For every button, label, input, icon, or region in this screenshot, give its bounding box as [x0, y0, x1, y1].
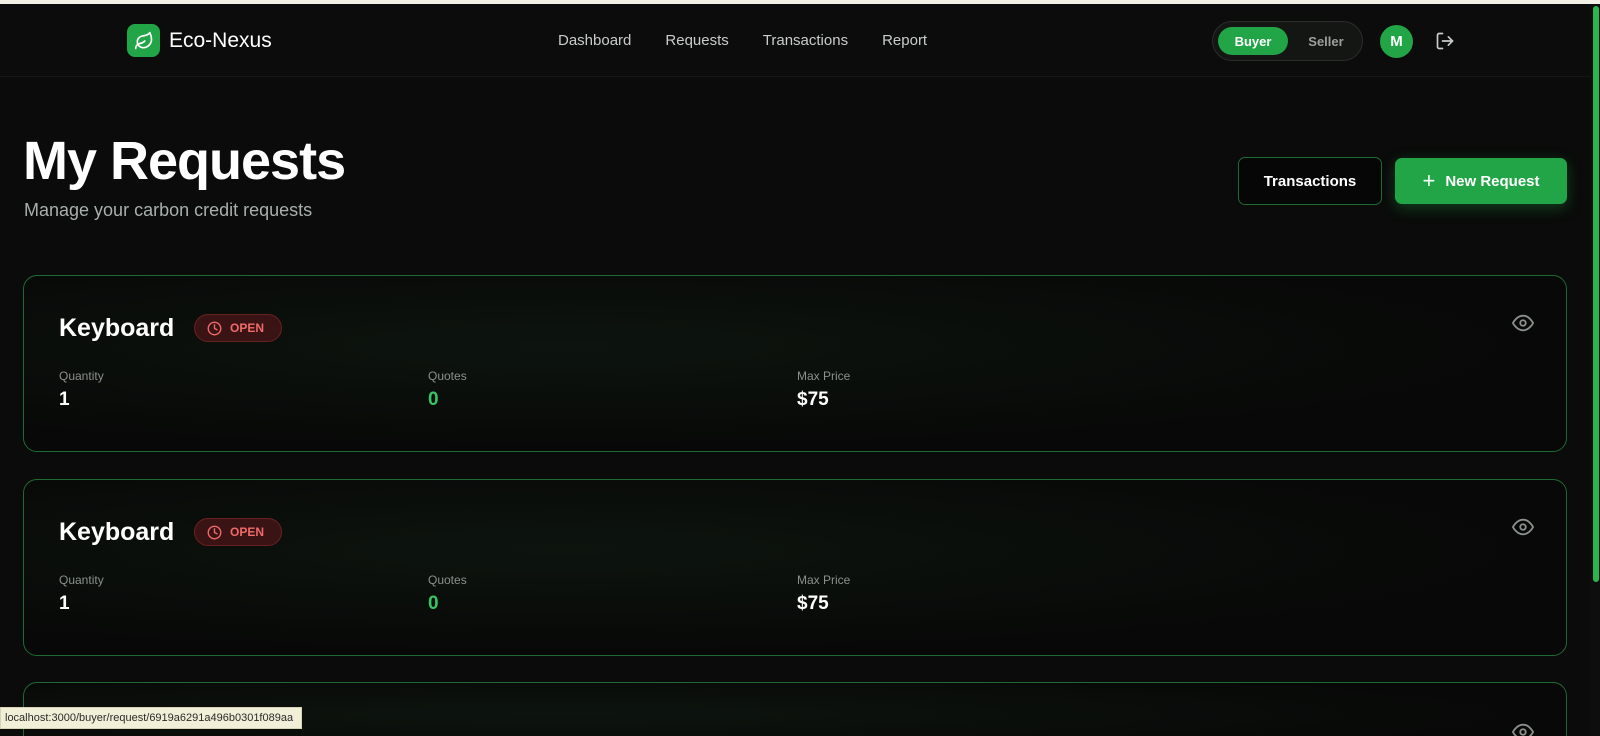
- request-card[interactable]: Keyboard OPEN Quantity 1 Quotes 0 Max Pr…: [23, 275, 1567, 452]
- status-text: OPEN: [230, 321, 265, 335]
- stat-value: $75: [797, 389, 829, 410]
- stat-label: Quotes: [428, 369, 467, 383]
- stat-max-price: Max Price $75: [797, 573, 850, 615]
- request-card[interactable]: Keyboard OPEN Quantity 1 Quotes 0 Max Pr…: [23, 479, 1567, 656]
- transactions-button-label: Transactions: [1263, 172, 1357, 190]
- eye-icon[interactable]: [1512, 516, 1534, 543]
- status-badge: OPEN: [194, 518, 282, 546]
- request-title: Keyboard: [59, 518, 175, 546]
- stat-label: Quotes: [428, 573, 467, 587]
- stat-value: 0: [428, 389, 439, 410]
- stat-label: Max Price: [797, 573, 851, 587]
- stat-label: Quantity: [59, 573, 104, 587]
- role-buyer-button[interactable]: Buyer: [1218, 27, 1288, 55]
- new-request-button[interactable]: + New Request: [1395, 158, 1567, 204]
- status-bar-url: localhost:3000/buyer/request/6919a6291a4…: [0, 707, 303, 729]
- new-request-button-label: New Request: [1445, 172, 1540, 190]
- stat-quantity: Quantity 1: [59, 573, 104, 615]
- stat-value: 1: [59, 389, 70, 410]
- transactions-button[interactable]: Transactions: [1238, 157, 1382, 205]
- stat-label: Quantity: [59, 369, 104, 383]
- stat-label: Max Price: [797, 369, 851, 383]
- stat-value: 0: [428, 593, 439, 614]
- logout-icon[interactable]: [1435, 31, 1455, 51]
- plus-icon: +: [1422, 168, 1436, 193]
- request-title: Keyboard: [59, 314, 175, 342]
- leaf-icon: [127, 24, 160, 57]
- top-navbar: Eco-Nexus Dashboard Requests Transaction…: [0, 4, 1590, 77]
- stat-value: $75: [797, 593, 829, 614]
- avatar[interactable]: M: [1380, 25, 1413, 58]
- nav-requests[interactable]: Requests: [665, 32, 728, 49]
- stat-quotes: Quotes 0: [428, 573, 467, 615]
- page-title: My Requests: [23, 131, 346, 191]
- nav-dashboard[interactable]: Dashboard: [558, 32, 631, 49]
- clock-icon: [207, 525, 222, 539]
- main-nav: Dashboard Requests Transactions Report: [558, 32, 961, 49]
- nav-transactions[interactable]: Transactions: [763, 32, 848, 49]
- scrollbar-thumb[interactable]: [1593, 6, 1599, 582]
- brand-name: Eco-Nexus: [169, 28, 272, 52]
- brand[interactable]: Eco-Nexus: [127, 24, 272, 57]
- stat-max-price: Max Price $75: [797, 369, 850, 411]
- eye-icon[interactable]: [1512, 721, 1534, 736]
- stat-value: 1: [59, 593, 70, 614]
- nav-report[interactable]: Report: [882, 32, 927, 49]
- page-subtitle: Manage your carbon credit requests: [24, 200, 313, 220]
- role-seller-button[interactable]: Seller: [1293, 27, 1359, 55]
- status-text: OPEN: [230, 525, 265, 539]
- stat-quotes: Quotes 0: [428, 369, 467, 411]
- clock-icon: [207, 321, 222, 335]
- eye-icon[interactable]: [1512, 312, 1534, 339]
- stat-quantity: Quantity 1: [59, 369, 104, 411]
- role-toggle: Buyer Seller: [1212, 21, 1363, 61]
- status-badge: OPEN: [194, 314, 282, 342]
